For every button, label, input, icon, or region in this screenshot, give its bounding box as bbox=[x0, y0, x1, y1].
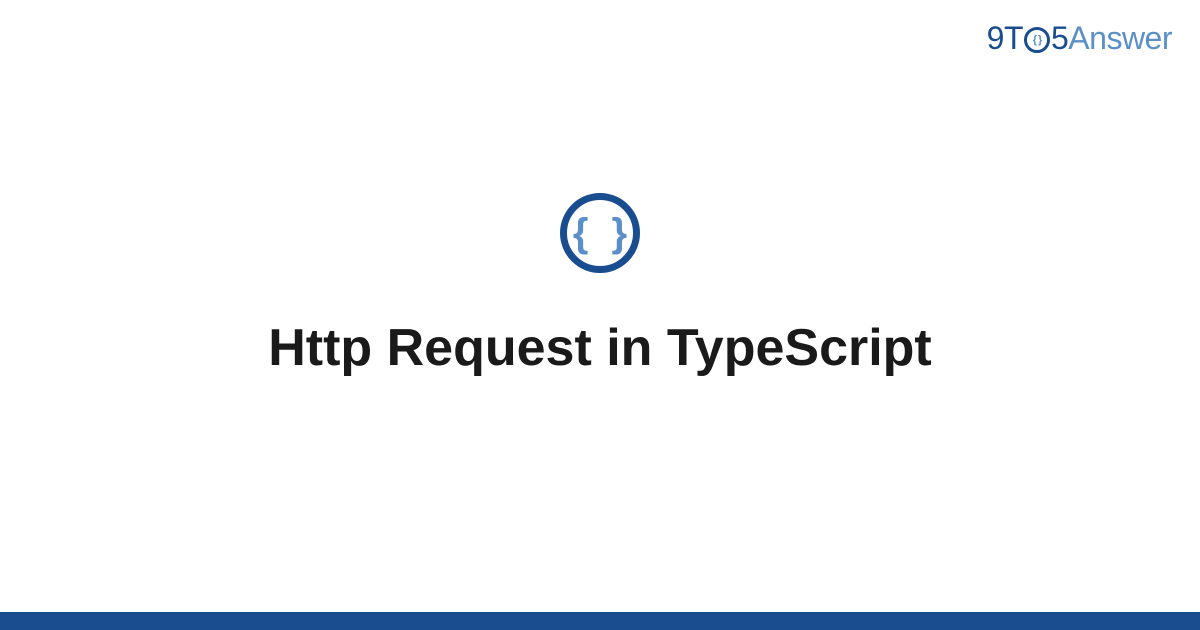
main-content: { } Http Request in TypeScript bbox=[0, 0, 1200, 630]
braces-icon: { } bbox=[573, 213, 633, 253]
page-title: Http Request in TypeScript bbox=[268, 318, 932, 378]
topic-icon-circle: { } bbox=[560, 193, 640, 273]
footer-accent-bar bbox=[0, 612, 1200, 630]
